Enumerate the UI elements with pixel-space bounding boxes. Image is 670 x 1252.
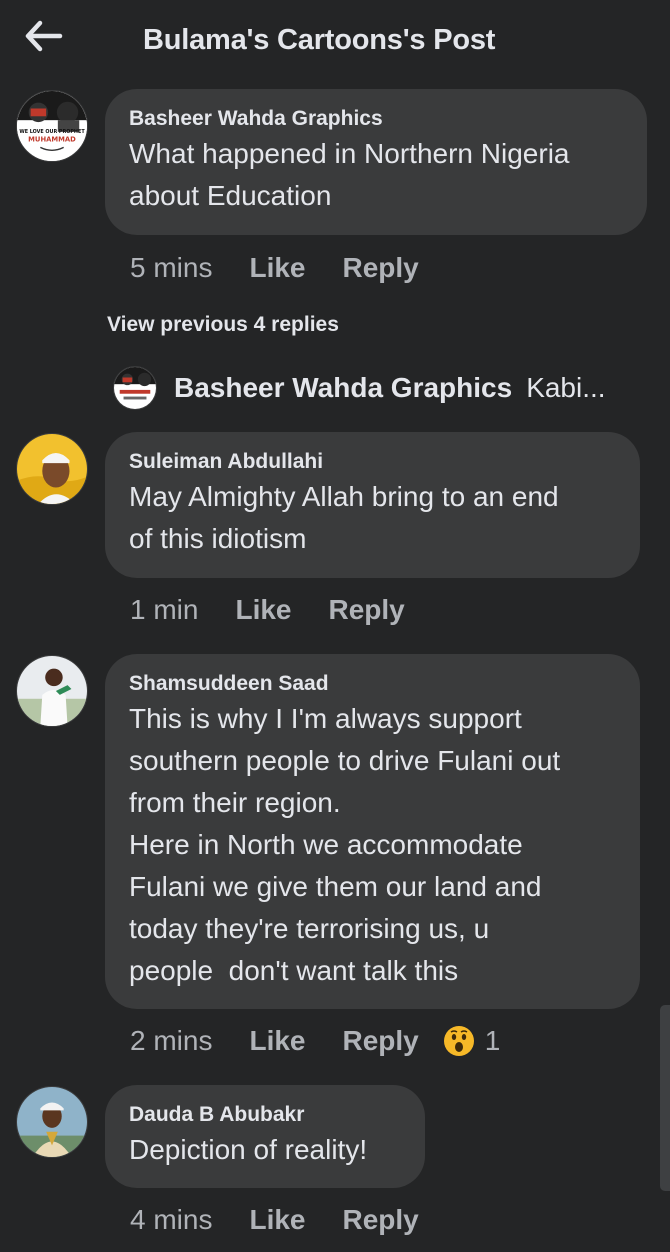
avatar[interactable] [16, 1086, 88, 1158]
like-button[interactable]: Like [249, 1025, 305, 1057]
page-title: Bulama's Cartoons's Post [143, 24, 496, 56]
avatar-text-line1: WE LOVE OUR PROPHET [19, 129, 85, 135]
avatar[interactable] [16, 433, 88, 505]
comment-time: 4 mins [130, 1204, 213, 1235]
comment-author[interactable]: Suleiman Abdullahi [129, 448, 616, 476]
comment-actions: 5 mins Like Reply [130, 248, 419, 288]
comment-time: 2 mins [130, 1025, 213, 1056]
avatar-text-line2: MUHAMMAD [28, 136, 76, 144]
comment-author[interactable]: Basheer Wahda Graphics [129, 105, 623, 133]
reaction-summary[interactable]: 1 [443, 1025, 501, 1057]
reply-button[interactable]: Reply [343, 1204, 419, 1236]
avatar[interactable] [16, 655, 88, 727]
comment-text: What happened in Northern Nigeria about … [129, 138, 570, 211]
reaction-count: 1 [484, 1025, 501, 1056]
comment-text: Depiction of reality! [129, 1134, 368, 1165]
comment-actions: 2 mins Like Reply 1 [130, 1021, 500, 1061]
comment-bubble[interactable]: Suleiman Abdullahi May Almighty Allah br… [105, 432, 640, 578]
reply-author[interactable]: Basheer Wahda Graphics [174, 372, 512, 404]
scrollbar[interactable] [660, 1005, 670, 1191]
wow-emoji-icon [443, 1026, 474, 1056]
comment-bubble[interactable]: Basheer Wahda Graphics What happened in … [105, 89, 647, 235]
comment-bubble[interactable]: Dauda B Abubakr Depiction of reality! [105, 1085, 425, 1188]
avatar[interactable]: WE LOVE OUR PROPHET MUHAMMAD [16, 90, 88, 162]
comment-author[interactable]: Shamsuddeen Saad [129, 670, 616, 698]
like-button[interactable]: Like [249, 1204, 305, 1236]
header: Bulama's Cartoons's Post [0, 0, 670, 80]
comment-text: May Almighty Allah bring to an end of th… [129, 481, 559, 554]
reply-preview[interactable]: Basheer Wahda Graphics Kabi... [113, 366, 606, 410]
comment-actions: 1 min Like Reply [130, 590, 405, 630]
reply-button[interactable]: Reply [343, 1025, 419, 1057]
comment-time: 1 min [130, 594, 199, 625]
like-button[interactable]: Like [235, 594, 291, 626]
view-previous-replies-link[interactable]: View previous 4 replies [107, 313, 339, 337]
avatar[interactable] [113, 366, 157, 410]
reply-button[interactable]: Reply [329, 594, 405, 626]
reply-button[interactable]: Reply [343, 252, 419, 284]
reply-snippet: Kabi... [526, 372, 606, 403]
comment-bubble[interactable]: Shamsuddeen Saad This is why I I'm alway… [105, 654, 640, 1009]
comment-text: This is why I I'm always support souther… [129, 703, 561, 986]
back-arrow-icon[interactable] [24, 18, 64, 54]
like-button[interactable]: Like [249, 252, 305, 284]
comment-time: 5 mins [130, 252, 213, 283]
comments-screen: Bulama's Cartoons's Post WE LOVE OUR PRO… [0, 0, 670, 1252]
comment-actions: 4 mins Like Reply [130, 1200, 419, 1240]
comment-author[interactable]: Dauda B Abubakr [129, 1101, 401, 1129]
